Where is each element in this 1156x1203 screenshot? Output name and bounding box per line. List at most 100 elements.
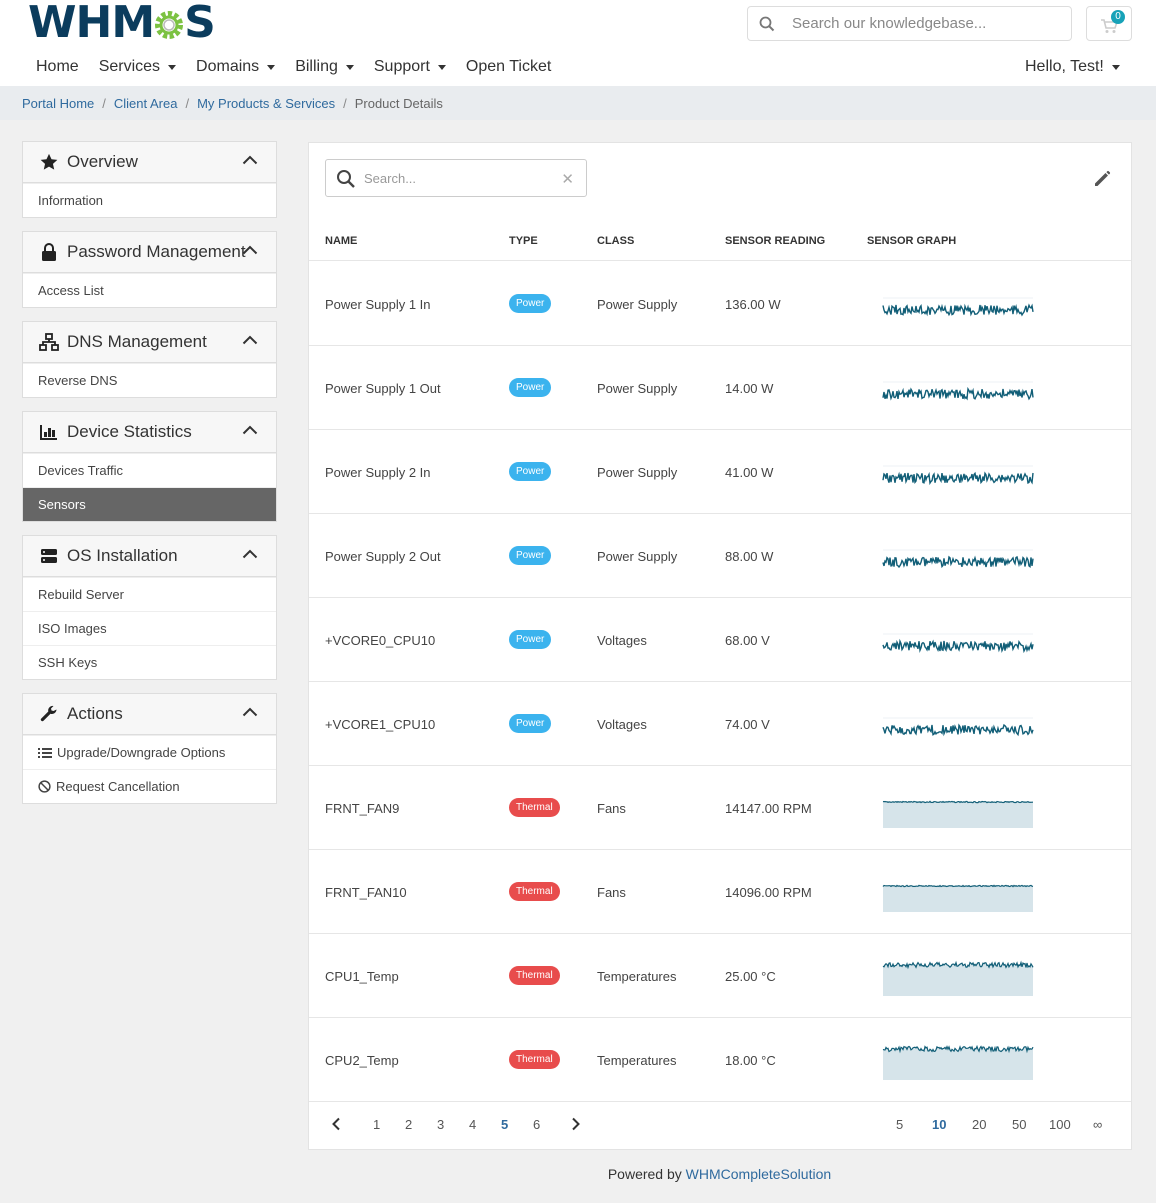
account-menu[interactable]: Hello, Test! xyxy=(1025,50,1120,84)
page-size-option[interactable]: 100 xyxy=(1049,1117,1071,1132)
panel-title: Actions xyxy=(67,704,123,723)
sensor-sparkline-noisy xyxy=(882,465,1034,486)
knowledgebase-search-input[interactable] xyxy=(792,7,1062,40)
column-name[interactable]: NAME xyxy=(325,235,357,247)
nav-support[interactable]: Support xyxy=(364,58,456,76)
sensor-sparkline-flat xyxy=(882,800,1033,828)
page-size-option[interactable]: 50 xyxy=(1012,1117,1026,1132)
sparkline-line xyxy=(882,471,1034,486)
page-link[interactable]: 3 xyxy=(437,1117,444,1132)
nav-open-ticket[interactable]: Open Ticket xyxy=(456,58,561,76)
page-size-option[interactable]: 5 xyxy=(896,1117,903,1132)
table-row: FRNT_FAN9 Thermal Fans 14147.00 RPM xyxy=(309,766,1131,850)
table-row: CPU2_Temp Thermal Temperatures 18.00 °C xyxy=(309,1018,1131,1102)
panel-title: Password Management xyxy=(67,242,246,261)
next-page-icon[interactable] xyxy=(571,1117,581,1134)
sparkline-line xyxy=(882,555,1034,569)
breadcrumb-separator: / xyxy=(343,95,347,111)
sidebar-item-ssh-keys[interactable]: SSH Keys xyxy=(23,645,276,679)
page-size-option[interactable]: ∞ xyxy=(1093,1117,1102,1132)
sensor-reading: 14.00 W xyxy=(725,381,774,396)
panel-password-header[interactable]: Password Management xyxy=(23,232,276,273)
pencil-icon[interactable] xyxy=(1093,168,1113,188)
chevron-up-icon[interactable] xyxy=(242,155,258,165)
sensor-type-badge: Thermal xyxy=(509,1050,560,1069)
table-row: +VCORE0_CPU10 Power Voltages 68.00 V xyxy=(309,598,1131,682)
sensor-class: Voltages xyxy=(597,717,647,732)
nav-services-label: Services xyxy=(98,58,161,75)
breadcrumb-products-services[interactable]: My Products & Services xyxy=(197,96,335,111)
sitemap-icon xyxy=(39,333,59,351)
nav-services[interactable]: Services xyxy=(89,58,186,76)
caret-down-icon xyxy=(168,64,177,70)
page-link[interactable]: 1 xyxy=(373,1117,380,1132)
knowledgebase-search[interactable] xyxy=(747,6,1072,41)
logo-text-right: S xyxy=(184,0,216,48)
table-row: FRNT_FAN10 Thermal Fans 14096.00 RPM xyxy=(309,850,1131,934)
sidebar-item-access-list[interactable]: Access List xyxy=(23,273,276,307)
sidebar-item-request-cancellation[interactable]: Request Cancellation xyxy=(23,769,276,803)
page-link[interactable]: 2 xyxy=(405,1117,412,1132)
panel-actions-header[interactable]: Actions xyxy=(23,694,276,735)
panel-password-management: Password Management Access List xyxy=(22,231,277,308)
chevron-up-icon[interactable] xyxy=(242,245,258,255)
sidebar-item-sensors[interactable]: Sensors xyxy=(23,487,276,521)
ban-icon xyxy=(38,780,51,793)
sidebar-item-upgrade-downgrade[interactable]: Upgrade/Downgrade Options xyxy=(23,735,276,769)
nav-billing[interactable]: Billing xyxy=(285,58,364,76)
breadcrumb-client-area[interactable]: Client Area xyxy=(114,96,178,111)
sparkline-area xyxy=(883,801,1033,828)
breadcrumb-portal-home[interactable]: Portal Home xyxy=(22,96,94,111)
panel-title: Device Statistics xyxy=(67,422,192,441)
sidebar-item-information[interactable]: Information xyxy=(23,183,276,217)
panel-device-statistics: Device Statistics Devices Traffic Sensor… xyxy=(22,411,277,522)
sensor-reading: 41.00 W xyxy=(725,465,774,480)
sensor-name: Power Supply 1 In xyxy=(325,297,431,312)
sensor-type-badge: Power xyxy=(509,546,552,565)
panel-os-header[interactable]: OS Installation xyxy=(23,536,276,577)
chevron-up-icon[interactable] xyxy=(242,707,258,717)
sparkline-line xyxy=(882,386,1034,401)
chevron-up-icon[interactable] xyxy=(242,549,258,559)
sensor-sparkline-noisy xyxy=(882,297,1034,317)
panel-dns-header[interactable]: DNS Management xyxy=(23,322,276,363)
panel-dns-management: DNS Management Reverse DNS xyxy=(22,321,277,398)
page-size-option[interactable]: 20 xyxy=(972,1117,986,1132)
column-sensor-reading[interactable]: SENSOR READING xyxy=(725,235,825,247)
panel-device-header[interactable]: Device Statistics xyxy=(23,412,276,453)
sensor-name: CPU2_Temp xyxy=(325,1053,399,1068)
cart-button[interactable]: 0 xyxy=(1086,6,1132,41)
nav-home[interactable]: Home xyxy=(26,58,89,76)
sidebar-item-label: Upgrade/Downgrade Options xyxy=(57,745,226,760)
sidebar-item-devices-traffic[interactable]: Devices Traffic xyxy=(23,453,276,487)
clear-search-icon[interactable]: ✕ xyxy=(561,170,574,188)
column-type[interactable]: TYPE xyxy=(509,235,538,247)
column-class[interactable]: CLASS xyxy=(597,235,634,247)
whmcs-logo[interactable]: WHM S xyxy=(28,0,216,48)
sidebar-item-label: Access List xyxy=(38,283,104,298)
sidebar-item-reverse-dns[interactable]: Reverse DNS xyxy=(23,363,276,397)
table-search[interactable]: ✕ xyxy=(325,159,587,197)
footer-link[interactable]: WHMCompleteSolution xyxy=(686,1166,832,1182)
table-search-input[interactable] xyxy=(364,160,554,196)
chevron-up-icon[interactable] xyxy=(242,335,258,345)
prev-page-icon[interactable] xyxy=(331,1117,341,1134)
sensor-class: Power Supply xyxy=(597,381,678,396)
sidebar-item-rebuild-server[interactable]: Rebuild Server xyxy=(23,577,276,611)
sensor-class: Fans xyxy=(597,885,626,900)
wrench-icon xyxy=(40,705,57,722)
caret-down-icon xyxy=(437,64,446,70)
page-link[interactable]: 6 xyxy=(533,1117,540,1132)
sidebar-item-iso-images[interactable]: ISO Images xyxy=(23,611,276,645)
column-sensor-graph[interactable]: SENSOR GRAPH xyxy=(867,235,956,247)
page-link[interactable]: 4 xyxy=(469,1117,476,1132)
table-header: NAME TYPE CLASS SENSOR READING SENSOR GR… xyxy=(309,221,1131,261)
page-size-option-current[interactable]: 10 xyxy=(932,1117,946,1132)
sensor-sparkline-noisy xyxy=(882,549,1034,569)
nav-domains[interactable]: Domains xyxy=(186,58,285,76)
page-link-current[interactable]: 5 xyxy=(501,1117,508,1132)
chevron-up-icon[interactable] xyxy=(242,425,258,435)
breadcrumb-current: Product Details xyxy=(354,95,443,111)
sensor-type-badge: Power xyxy=(509,294,552,313)
panel-overview-header[interactable]: Overview xyxy=(23,142,276,183)
